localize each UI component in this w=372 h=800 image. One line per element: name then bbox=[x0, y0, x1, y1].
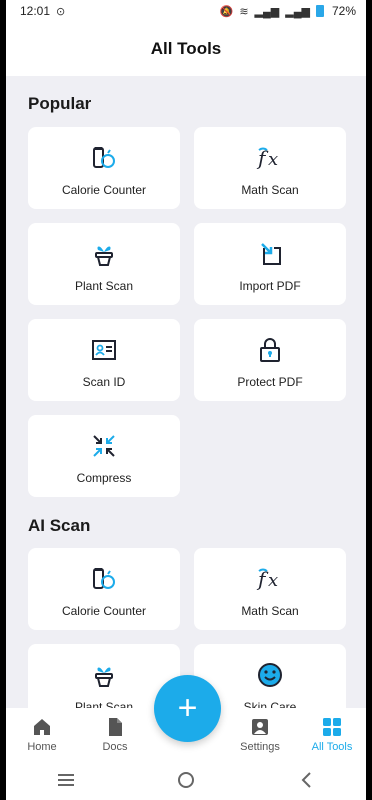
tool-label: Plant Scan bbox=[74, 700, 134, 708]
grid-icon bbox=[321, 716, 343, 738]
tab-label: Home bbox=[27, 741, 57, 753]
recent-apps-button[interactable] bbox=[46, 765, 86, 795]
signal-icon: ▂▄▆ bbox=[254, 5, 280, 18]
id-card-icon bbox=[89, 335, 119, 365]
tool-card-calorie-counter[interactable]: Calorie Counter bbox=[28, 127, 180, 209]
section-title-ai-scan: AI Scan bbox=[28, 516, 91, 535]
doc-icon bbox=[104, 716, 126, 738]
lock-icon bbox=[255, 335, 285, 365]
app-screen: 12:01 ⊙ 🔕 ≋ ▂▄▆ ▂▄▆ 72% All Tools Popula… bbox=[6, 0, 366, 800]
status-time: 12:01 bbox=[20, 4, 51, 18]
battery-percent: 72% bbox=[331, 4, 356, 18]
tool-card-scan-id[interactable]: Scan ID bbox=[28, 319, 180, 401]
plant-icon bbox=[89, 239, 119, 269]
compress-icon bbox=[89, 431, 119, 461]
tab-home[interactable]: Home bbox=[12, 716, 72, 753]
plant-icon bbox=[89, 660, 119, 690]
add-fab-button[interactable]: + bbox=[154, 675, 221, 742]
tool-label: Compress bbox=[76, 471, 132, 485]
signal-icon-2: ▂▄▆ bbox=[285, 5, 310, 18]
svg-text:x: x bbox=[268, 149, 278, 170]
notification-icon: ⊙ bbox=[56, 5, 66, 18]
wifi-icon: ≋ bbox=[239, 5, 249, 18]
tool-label: Scan ID bbox=[82, 375, 126, 389]
svg-text:x: x bbox=[268, 570, 278, 591]
import-icon bbox=[255, 239, 285, 269]
home-icon bbox=[31, 716, 53, 738]
back-nav-button[interactable] bbox=[286, 765, 326, 795]
tool-card-calorie-counter-ai[interactable]: Calorie Counter bbox=[28, 548, 180, 630]
tab-label: All Tools bbox=[311, 741, 353, 753]
tool-label: Calorie Counter bbox=[61, 183, 147, 197]
tab-all-tools[interactable]: All Tools bbox=[302, 716, 362, 753]
tool-label: Math Scan bbox=[241, 604, 299, 618]
smile-icon bbox=[255, 660, 285, 690]
tool-label: Calorie Counter bbox=[61, 604, 147, 618]
status-bar: 12:01 ⊙ 🔕 ≋ ▂▄▆ ▂▄▆ 72% bbox=[6, 0, 366, 22]
tab-docs[interactable]: Docs bbox=[85, 716, 145, 753]
calorie-icon bbox=[89, 143, 119, 173]
plus-icon: + bbox=[177, 689, 198, 727]
home-nav-button[interactable] bbox=[166, 765, 206, 795]
tab-settings[interactable]: Settings bbox=[230, 716, 290, 753]
calorie-icon bbox=[89, 564, 119, 594]
fx-icon: fx bbox=[255, 143, 285, 173]
tool-card-import-pdf[interactable]: Import PDF bbox=[194, 223, 346, 305]
battery-icon bbox=[315, 5, 324, 17]
tab-label: Settings bbox=[240, 741, 280, 753]
tool-label: Protect PDF bbox=[237, 375, 303, 389]
mute-icon: 🔕 bbox=[219, 5, 234, 18]
page-title: All Tools bbox=[6, 22, 366, 76]
section-title-popular: Popular bbox=[28, 94, 92, 113]
tool-label: Skin Care bbox=[243, 700, 297, 708]
system-nav-bar bbox=[6, 760, 366, 800]
tool-card-compress[interactable]: Compress bbox=[28, 415, 180, 497]
tool-card-math-scan[interactable]: fx Math Scan bbox=[194, 127, 346, 209]
tool-label: Plant Scan bbox=[74, 279, 134, 293]
tool-card-plant-scan[interactable]: Plant Scan bbox=[28, 223, 180, 305]
settings-icon bbox=[249, 716, 271, 738]
fx-icon: fx bbox=[255, 564, 285, 594]
tool-card-protect-pdf[interactable]: Protect PDF bbox=[194, 319, 346, 401]
tool-label: Import PDF bbox=[239, 279, 301, 293]
tool-label: Math Scan bbox=[241, 183, 299, 197]
tools-content: Popular Calorie Counter fx Math Scan Pla… bbox=[6, 76, 366, 708]
tab-label: Docs bbox=[102, 741, 128, 753]
tool-card-math-scan-ai[interactable]: fx Math Scan bbox=[194, 548, 346, 630]
